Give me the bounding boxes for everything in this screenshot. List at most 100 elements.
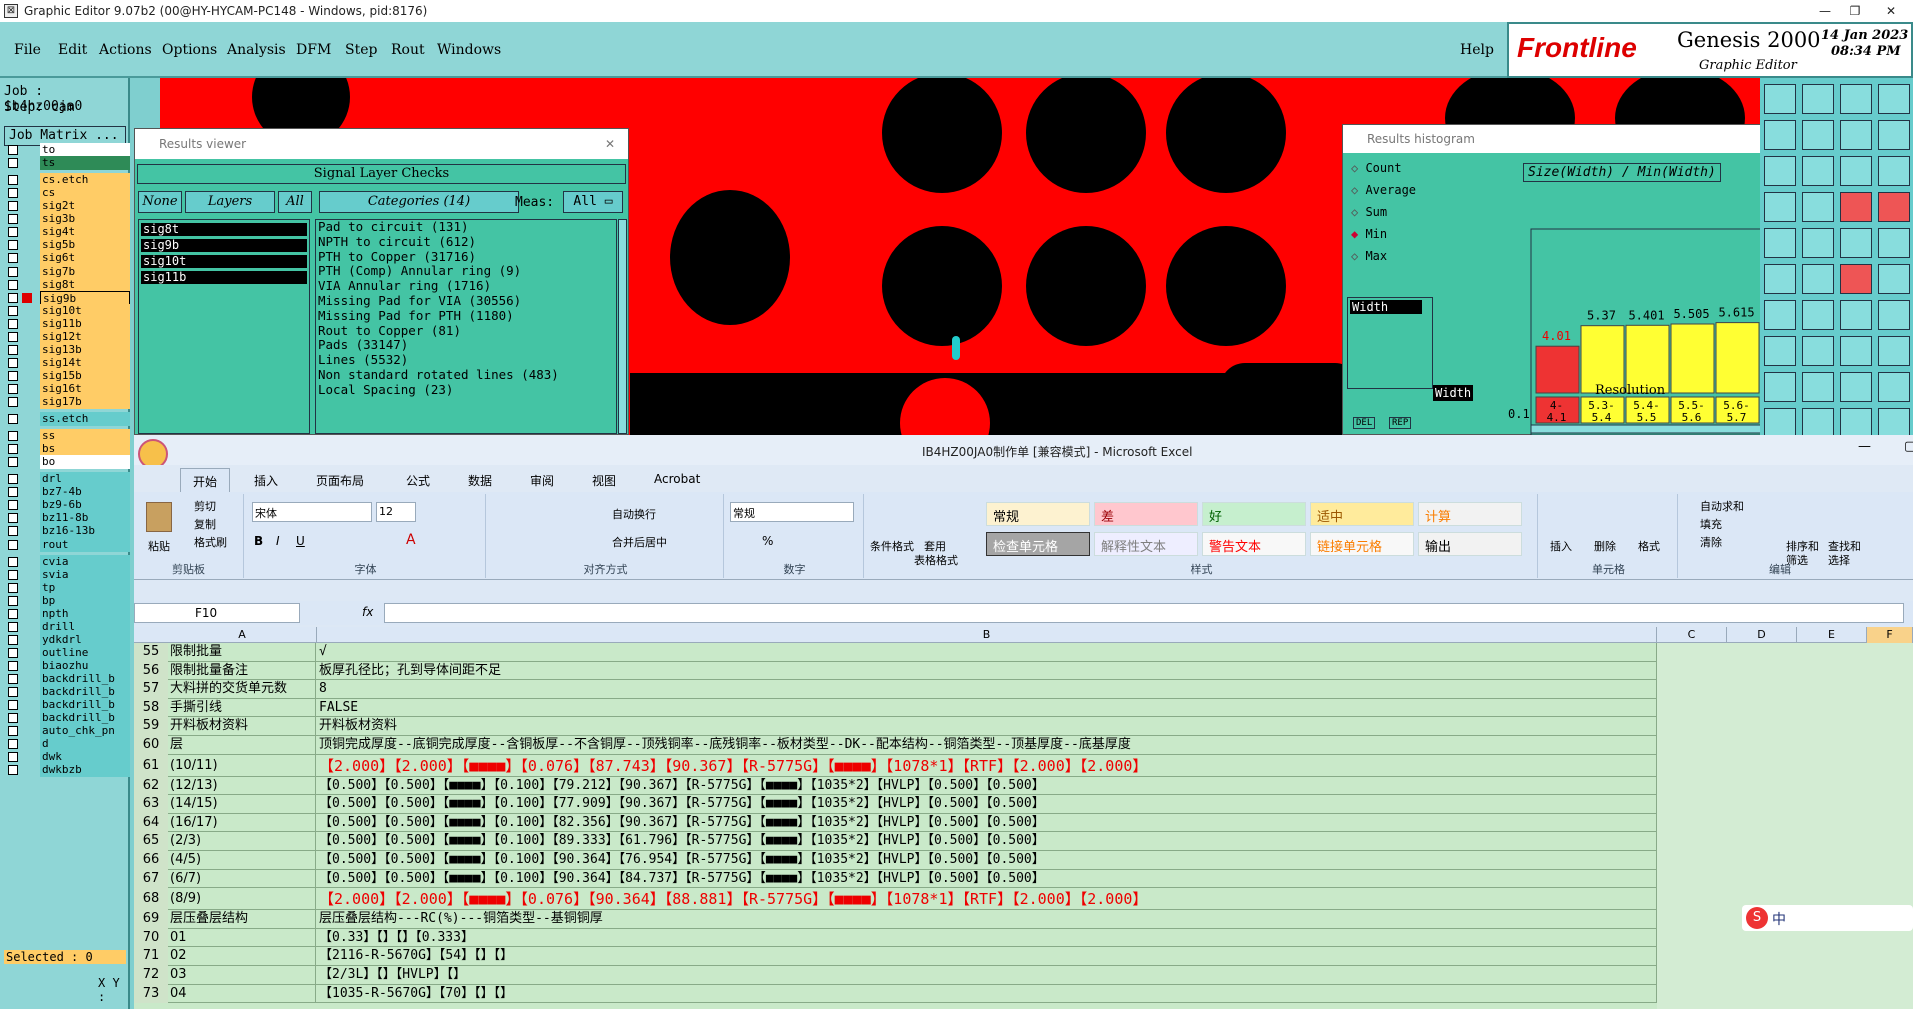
layer-row[interactable]: sig10t xyxy=(8,303,130,318)
cell-b[interactable]: 顶铜完成厚度--底铜完成厚度--含铜板厚--不含铜厚--顶残铜率--底残铜率--… xyxy=(317,736,1657,755)
ribbon-tab[interactable]: 页面布局 xyxy=(304,468,376,492)
cell-b[interactable]: 【0.500】【0.500】【■■■■】【0.100】【90.364】【84.7… xyxy=(317,869,1657,889)
layer-checkbox[interactable] xyxy=(8,383,18,394)
layer-name[interactable]: drill xyxy=(40,619,130,634)
cell-a[interactable]: 手撕引线 xyxy=(168,698,316,718)
italic-button[interactable]: I xyxy=(276,534,280,548)
bold-button[interactable]: B xyxy=(254,534,263,548)
layer-name[interactable]: npth xyxy=(40,606,130,621)
paste-button[interactable]: 粘贴 xyxy=(148,538,170,554)
row-number[interactable]: 60 xyxy=(134,736,168,755)
cell-a[interactable]: (2/3) xyxy=(168,832,316,851)
tool-button[interactable] xyxy=(1840,120,1872,150)
tool-button[interactable] xyxy=(1840,264,1872,294)
layer-checkbox[interactable] xyxy=(8,414,18,425)
row-number[interactable]: 59 xyxy=(134,717,168,736)
layer-checkbox[interactable] xyxy=(8,397,18,407)
cell-style-swatch[interactable]: 警告文本 xyxy=(1202,532,1306,556)
layer-name[interactable]: dwkbzb xyxy=(40,763,130,778)
fill-button[interactable]: 填充 xyxy=(1700,516,1722,532)
layer-checkbox[interactable] xyxy=(8,357,18,368)
tool-button[interactable] xyxy=(1802,264,1834,294)
agg-option-max[interactable]: ◇ Max xyxy=(1351,249,1387,263)
close-button[interactable]: ✕ xyxy=(1876,0,1906,22)
layer-checkbox[interactable] xyxy=(8,266,18,277)
row-number[interactable]: 57 xyxy=(134,680,168,699)
layer-name[interactable]: sig15b xyxy=(40,368,130,383)
layer-row[interactable]: cs.etch xyxy=(8,173,130,188)
layer-row[interactable]: drl xyxy=(8,472,130,487)
tool-button[interactable] xyxy=(1878,228,1910,258)
layer-row[interactable]: sig7b xyxy=(8,264,130,279)
tool-button[interactable] xyxy=(1878,120,1910,150)
cell-b[interactable]: 【2.000】【2.000】【■■■■】【0.076】【90.364】【88.8… xyxy=(317,888,1657,911)
layer-row[interactable]: sig12t xyxy=(8,329,130,344)
tool-button[interactable] xyxy=(1878,156,1910,186)
menu-help[interactable]: Help xyxy=(1460,42,1494,58)
delete-cells-button[interactable]: 删除 xyxy=(1594,538,1616,554)
layer-row[interactable]: sig4t xyxy=(8,225,130,240)
cell-b[interactable]: 【2116-R-5670G】【54】【】【】 xyxy=(317,947,1657,966)
field-list[interactable]: Width xyxy=(1347,297,1433,389)
tool-button[interactable] xyxy=(1878,408,1910,438)
layer-checkbox[interactable] xyxy=(8,474,18,485)
row-number[interactable]: 73 xyxy=(134,984,168,1004)
layer-checkbox[interactable] xyxy=(8,752,18,763)
copy-button[interactable]: 复制 xyxy=(194,516,216,532)
agg-option-count[interactable]: ◇ Count xyxy=(1351,161,1402,175)
cell-style-swatch[interactable]: 计算 xyxy=(1418,502,1522,526)
font-name-box[interactable]: 宋体 xyxy=(252,502,372,522)
ribbon-tab[interactable]: 数据 xyxy=(456,468,504,492)
layer-name[interactable]: sig17b xyxy=(40,395,130,409)
ribbon-tab[interactable]: 公式 xyxy=(394,468,442,492)
layer-name[interactable]: bz16-13b xyxy=(40,524,130,539)
cell-style-swatch[interactable]: 好 xyxy=(1202,502,1306,526)
tool-button[interactable] xyxy=(1764,264,1796,294)
layer-name[interactable]: ss xyxy=(40,429,130,444)
cell-a[interactable]: 03 xyxy=(168,966,316,985)
column-header[interactable]: A xyxy=(168,627,317,643)
agg-option-average[interactable]: ◇ Average xyxy=(1351,183,1416,197)
layer-checkbox[interactable] xyxy=(8,526,18,537)
layer-name[interactable]: bz11-8b xyxy=(40,511,130,526)
cell-b[interactable]: 【2/3L】【】【HVLP】【】 xyxy=(317,966,1657,985)
cut-button[interactable]: 剪切 xyxy=(194,498,216,514)
tool-button[interactable] xyxy=(1802,156,1834,186)
checks-list[interactable]: Pad to circuit (131) NPTH to circuit (612… xyxy=(315,219,617,434)
row-number[interactable]: 72 xyxy=(134,966,168,985)
layer-row[interactable]: tp xyxy=(8,580,130,595)
layer-name[interactable]: to xyxy=(40,143,130,158)
check-item[interactable]: PTH to Copper (31716) xyxy=(316,249,616,265)
layer-checkbox[interactable] xyxy=(8,279,18,290)
cell-b[interactable]: 【0.33】【】【】【0.333】 xyxy=(317,928,1657,948)
layer-row[interactable]: sig11b xyxy=(8,316,130,331)
cell-style-swatch[interactable]: 适中 xyxy=(1310,502,1414,526)
layer-name[interactable]: auto_chk_pn xyxy=(40,724,130,739)
tool-button[interactable] xyxy=(1840,156,1872,186)
check-item[interactable]: Pads (33147) xyxy=(316,338,616,353)
layer-name[interactable]: bz7-4b xyxy=(40,485,130,500)
layer-checkbox[interactable] xyxy=(8,158,18,169)
name-box[interactable]: F10 xyxy=(134,603,300,623)
layer-checkbox[interactable] xyxy=(8,331,18,342)
layer-checkbox[interactable] xyxy=(8,739,18,750)
result-layer-item[interactable]: sig10t xyxy=(141,255,307,268)
tool-button[interactable] xyxy=(1802,192,1834,222)
cell-b[interactable]: 【0.500】【0.500】【■■■■】【0.100】【79.212】【90.3… xyxy=(317,776,1657,796)
meas-dropdown[interactable]: All ▭ xyxy=(563,191,623,213)
layer-row[interactable]: ydkdrl xyxy=(8,632,130,647)
layer-name[interactable]: cs xyxy=(40,186,130,201)
layer-checkbox[interactable] xyxy=(8,292,18,303)
layer-name[interactable]: sig14t xyxy=(40,355,130,370)
tool-button[interactable] xyxy=(1802,372,1834,402)
tool-button[interactable] xyxy=(1840,300,1872,330)
tool-button[interactable] xyxy=(1840,336,1872,366)
layer-row[interactable]: sig2t xyxy=(8,199,130,214)
layer-row[interactable]: rout xyxy=(8,537,130,552)
tool-button[interactable] xyxy=(1802,336,1834,366)
result-layer-item[interactable]: sig9b xyxy=(141,239,307,252)
layer-checkbox[interactable] xyxy=(8,674,18,684)
tool-button[interactable] xyxy=(1764,84,1796,114)
agg-option-sum[interactable]: ◇ Sum xyxy=(1351,205,1387,219)
layer-row[interactable]: sig13b xyxy=(8,342,130,357)
